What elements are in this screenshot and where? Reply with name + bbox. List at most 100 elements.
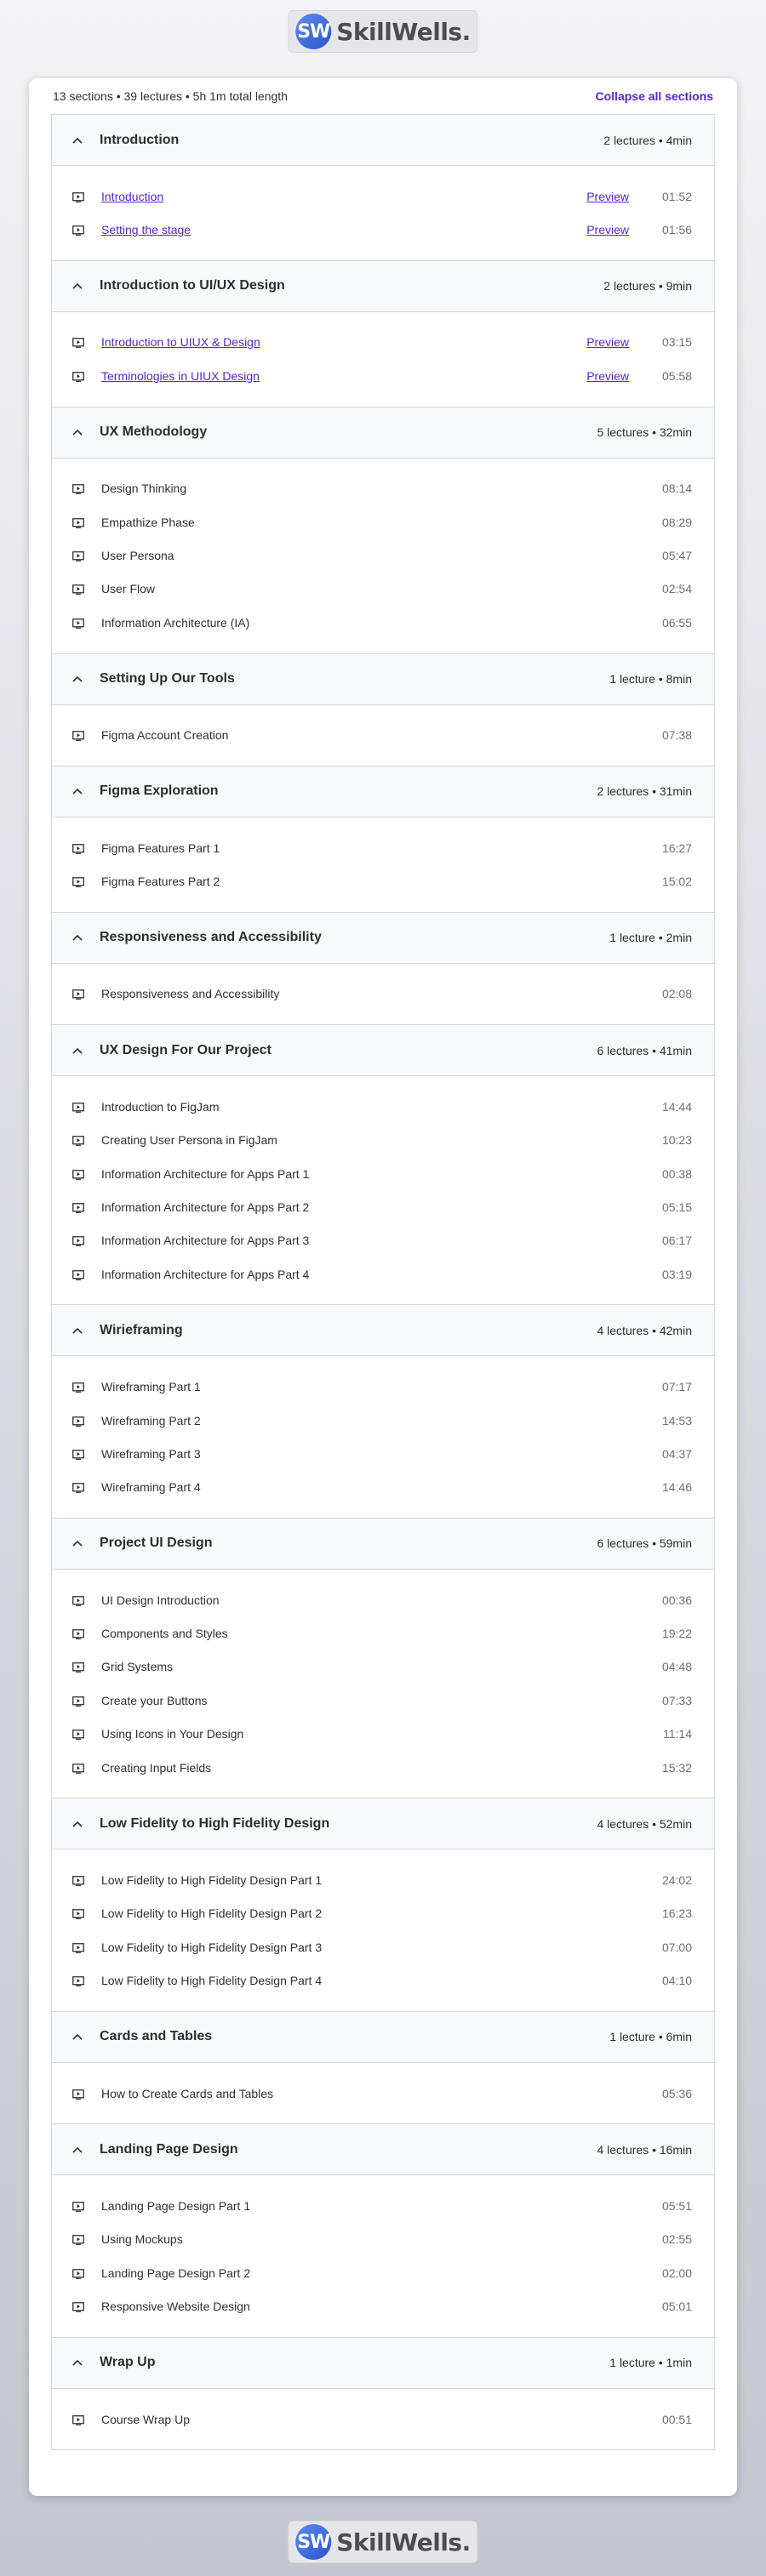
video-lecture-icon xyxy=(72,1416,84,1427)
lecture-item[interactable]: Introduction Preview 01:52 xyxy=(52,180,714,213)
lecture-item[interactable]: Terminologies in UIUX Design Preview 05:58 xyxy=(52,359,714,392)
video-lecture-icon xyxy=(72,2414,84,2425)
chevron-up-icon xyxy=(72,932,83,943)
section-meta: 6 lectures • 41min xyxy=(597,1043,692,1057)
lecture-title[interactable]: Introduction to UIUX & Design xyxy=(101,335,586,349)
section-title: Figma Exploration xyxy=(100,784,219,799)
section-header[interactable]: Wrap Up 1 lecture • 1min xyxy=(52,2337,714,2389)
section-header[interactable]: Wirieframing 4 lectures • 42min xyxy=(52,1305,714,1357)
video-lecture-icon xyxy=(72,1102,84,1113)
section-title: UX Methodology xyxy=(100,425,208,440)
lecture-duration: 07:00 xyxy=(661,1940,692,1954)
chevron-up-icon xyxy=(72,674,83,684)
video-lecture-icon xyxy=(72,517,84,528)
lecture-item: Using Icons in Your Design 11:14 xyxy=(52,1718,714,1751)
lecture-item: User Persona 05:47 xyxy=(52,539,714,572)
lecture-item: Responsiveness and Accessibility 02:08 xyxy=(52,977,714,1011)
section-header[interactable]: Figma Exploration 2 lectures • 31min xyxy=(52,766,714,818)
lecture-duration: 07:38 xyxy=(661,728,692,743)
lecture-title[interactable]: Terminologies in UIUX Design xyxy=(101,369,586,383)
lecture-item[interactable]: Setting the stage Preview 01:56 xyxy=(52,213,714,246)
video-lecture-icon xyxy=(72,1875,84,1886)
section-meta: 1 lecture • 1min xyxy=(609,2356,692,2370)
preview-link[interactable]: Preview xyxy=(586,335,629,349)
lecture-duration: 00:38 xyxy=(661,1166,692,1181)
lecture-duration: 15:32 xyxy=(661,1760,692,1775)
curriculum-section: Introduction 2 lectures • 4min Introductio… xyxy=(52,115,714,261)
section-title: Introduction xyxy=(100,132,180,147)
preview-link[interactable]: Preview xyxy=(586,190,629,203)
lecture-title[interactable]: Setting the stage xyxy=(101,223,586,237)
lecture-title: Creating User Persona in FigJam xyxy=(101,1133,277,1148)
lecture-duration: 24:02 xyxy=(661,1873,692,1888)
lecture-item: Responsive Website Design 05:01 xyxy=(52,2289,714,2322)
lecture-item: Wireframing Part 3 04:37 xyxy=(52,1437,714,1470)
lecture-item[interactable]: Introduction to UIUX & Design Preview 03:1… xyxy=(52,326,714,359)
section-lecture-list: Landing Page Design Part 1 05:51 Using Moc… xyxy=(52,2175,714,2338)
video-lecture-icon xyxy=(72,550,84,561)
section-title: UX Design For Our Project xyxy=(100,1042,272,1057)
curriculum-section: Wirieframing 4 lectures • 42min Wireframin… xyxy=(52,1305,714,1519)
section-header[interactable]: Introduction to UI/UX Design 2 lectures •… xyxy=(52,260,714,312)
lecture-item: How to Create Cards and Tables 05:36 xyxy=(52,2077,714,2110)
lecture-title: User Persona xyxy=(101,549,174,563)
section-header[interactable]: Project UI Design 6 lectures • 59min xyxy=(52,1518,714,1570)
section-meta: 1 lecture • 8min xyxy=(609,672,692,687)
section-header[interactable]: Low Fidelity to High Fidelity Design 4 le… xyxy=(52,1798,714,1850)
lecture-duration: 05:15 xyxy=(661,1200,692,1214)
lecture-duration: 02:08 xyxy=(661,987,692,1001)
section-header[interactable]: Introduction 2 lectures • 4min xyxy=(52,115,714,166)
section-title: Project UI Design xyxy=(100,1536,213,1551)
video-lecture-icon xyxy=(72,191,84,202)
section-lecture-list: Figma Account Creation 07:38 xyxy=(52,705,714,767)
section-header[interactable]: Setting Up Our Tools 1 lecture • 8min xyxy=(52,653,714,705)
preview-link[interactable]: Preview xyxy=(586,369,629,383)
section-lecture-list: Wireframing Part 1 07:17 Wireframing Part … xyxy=(52,1356,714,1519)
lecture-title: Grid Systems xyxy=(101,1660,174,1674)
video-lecture-icon xyxy=(72,1763,84,1774)
lecture-item: Low Fidelity to High Fidelity Design Par… xyxy=(52,1964,714,1998)
lecture-title: Low Fidelity to High Fidelity Design Par… xyxy=(101,1873,323,1888)
logo-text: SkillWells. xyxy=(336,2528,471,2556)
video-lecture-icon xyxy=(72,2201,84,2212)
curriculum-section: UX Methodology 5 lectures • 32min Design T… xyxy=(52,407,714,654)
section-title: Low Fidelity to High Fidelity Design xyxy=(100,1815,330,1831)
curriculum-section: Cards and Tables 1 lecture • 6min How to C… xyxy=(52,2011,714,2125)
lecture-duration: 06:55 xyxy=(661,615,692,630)
lecture-title: User Flow xyxy=(101,582,156,596)
curriculum-summary-bar: 13 sections • 39 lectures • 5h 1m total … xyxy=(51,78,715,114)
lecture-title: Figma Features Part 1 xyxy=(101,841,220,855)
lecture-item: Course Wrap Up 00:51 xyxy=(52,2402,714,2436)
section-header[interactable]: UX Design For Our Project 6 lectures • 41… xyxy=(52,1025,714,1077)
section-title: Responsiveness and Accessibility xyxy=(100,930,322,945)
collapse-all-button[interactable]: Collapse all sections xyxy=(596,89,714,103)
lecture-duration: 01:52 xyxy=(661,189,692,203)
section-lecture-list: Introduction Preview 01:52 Setting the stag… xyxy=(52,166,714,261)
lecture-duration: 05:01 xyxy=(661,2300,692,2314)
lecture-duration: 07:17 xyxy=(661,1380,692,1394)
video-lecture-icon xyxy=(72,1908,84,1920)
chevron-up-icon xyxy=(72,786,83,796)
lecture-duration: 14:53 xyxy=(661,1413,692,1428)
lecture-item: Figma Features Part 2 15:02 xyxy=(52,864,714,898)
lecture-duration: 16:23 xyxy=(661,1906,692,1921)
curriculum-section: Low Fidelity to High Fidelity Design 4 le… xyxy=(52,1798,714,2012)
lecture-duration: 02:00 xyxy=(661,2265,692,2280)
lecture-item: Using Mockups 02:55 xyxy=(52,2223,714,2256)
section-header[interactable]: UX Methodology 5 lectures • 32min xyxy=(52,407,714,459)
video-lecture-icon xyxy=(72,1382,84,1393)
curriculum-section: Setting Up Our Tools 1 lecture • 8min Figm… xyxy=(52,653,714,767)
lecture-title: Information Architecture for Apps Part 1 xyxy=(101,1166,310,1181)
video-lecture-icon xyxy=(72,843,84,854)
lecture-duration: 19:22 xyxy=(661,1627,692,1641)
lecture-item: Create your Buttons 07:33 xyxy=(52,1684,714,1717)
brand-logo-top: SW SkillWells. xyxy=(288,10,478,53)
section-header[interactable]: Responsiveness and Accessibility 1 lectur… xyxy=(52,912,714,964)
curriculum-section: Figma Exploration 2 lectures • 31min Figma… xyxy=(52,766,714,913)
preview-link[interactable]: Preview xyxy=(586,223,629,237)
section-header[interactable]: Landing Page Design 4 lectures • 16min xyxy=(52,2124,714,2176)
lecture-title[interactable]: Introduction xyxy=(101,190,586,203)
section-header[interactable]: Cards and Tables 1 lecture • 6min xyxy=(52,2011,714,2063)
section-lecture-list: Introduction to UIUX & Design Preview 03:1… xyxy=(52,312,714,407)
lecture-duration: 04:37 xyxy=(661,1446,692,1461)
